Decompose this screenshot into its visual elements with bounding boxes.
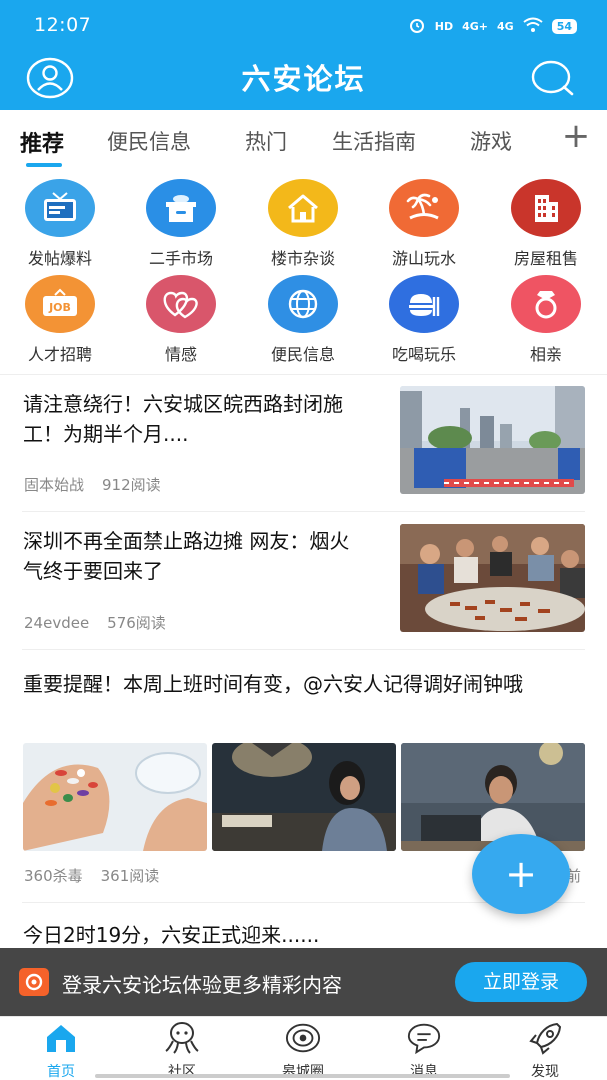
globe-icon [268,275,338,333]
article-divider [22,649,585,650]
category-label: 情感 [164,345,197,364]
login-banner: 登录六安论坛体验更多精彩内容 立即登录 [0,948,607,1016]
category-label: 楼市杂谈 [270,249,335,268]
pills-image [23,743,207,851]
article-author: 24evdee [24,614,90,632]
palm-tree-icon [389,179,459,237]
category-label: 房屋租售 [513,249,578,268]
network-badge: 4G [497,19,514,33]
article-meta: 360杀毒 361阅读 [24,865,159,886]
category-emotion[interactable]: 情感 [126,275,236,371]
article-title: 今日2时19分，六安正式迎来...... [23,923,320,947]
nav-community[interactable]: 社区 [137,1021,227,1080]
add-tab-button[interactable]: + [561,118,591,154]
article-author: 固本始战 [24,476,85,494]
nav-messages[interactable]: 消息 [379,1021,469,1080]
rocket-icon [527,1021,563,1055]
app-title: 六安论坛 [241,62,366,96]
tab-games[interactable]: 游戏 [470,126,512,156]
box-icon [146,179,216,237]
food-icon [389,275,459,333]
home-indicator [95,1074,510,1078]
woman-at-desk-image [212,743,396,851]
tv-news-icon [25,179,95,237]
home-icon [43,1021,79,1055]
network-badge: 4G+ [462,19,488,33]
category-grid: 发帖爆料 二手市场 楼市杂谈 游山玩水 房屋租售 JOB 人才招聘 情感 便民信… [0,176,607,372]
section-divider [0,374,607,375]
category-second-hand[interactable]: 二手市场 [126,179,236,275]
category-dating[interactable]: 相亲 [491,275,601,371]
plus-icon: + [561,116,591,156]
category-label: 相亲 [529,345,562,364]
article-title: 深圳不再全面禁止路边摊 网友：烟火气终于要回来了 [23,529,350,583]
tab-hot[interactable]: 热门 [245,126,287,156]
nav-gaocheng-circle[interactable]: 皋城圈 [258,1021,348,1080]
house-icon [268,179,338,237]
nav-discover[interactable]: 发现 [500,1021,590,1080]
category-tabs: 推荐 便民信息 热门 生活指南 游戏 [0,110,607,168]
battery-indicator: 54 [551,18,577,34]
article-title: 请注意绕行！六安城区皖西路封闭施工！为期半个月.... [23,392,343,446]
category-label: 便民信息 [270,345,335,364]
category-housing-rental[interactable]: 房屋租售 [491,179,601,275]
nav-label: 发现 [531,1064,559,1080]
octopus-icon [164,1021,200,1055]
login-banner-text: 登录六安论坛体验更多精彩内容 [62,973,342,997]
category-convenience[interactable]: 便民信息 [248,275,358,371]
category-travel[interactable]: 游山玩水 [369,179,479,275]
article-meta: 24evdee 576阅读 [24,612,166,633]
category-jobs[interactable]: JOB 人才招聘 [5,275,115,371]
building-icon [511,179,581,237]
tab-recommend[interactable]: 推荐 [20,126,64,158]
bottom-nav: 首页 社区 皋城圈 消息 发现 [0,1016,607,1080]
network-badge: HD [434,19,454,33]
plus-icon: + [505,852,537,896]
wifi-icon [523,17,543,36]
svg-text:JOB: JOB [48,301,71,314]
planet-icon [285,1021,321,1055]
job-icon: JOB [25,275,95,333]
status-icons: HD 4G+ 4G 54 [408,15,577,37]
category-label: 人才招聘 [27,345,92,364]
create-post-button[interactable]: + [472,834,570,914]
alarm-icon [408,16,426,37]
status-time: 12:07 [34,14,92,36]
article-author: 360杀毒 [24,867,83,885]
street-barbecue-image [400,524,585,632]
article-reads: 912阅读 [102,476,161,494]
chat-icon [406,1021,442,1055]
category-label: 发帖爆料 [27,249,92,268]
article-reads: 361阅读 [100,867,160,885]
nav-label: 首页 [47,1064,75,1080]
ring-icon [511,275,581,333]
search-button[interactable] [529,56,577,100]
category-property-talk[interactable]: 楼市杂谈 [248,179,358,275]
category-label: 二手市场 [148,249,213,268]
category-report[interactable]: 发帖爆料 [5,179,115,275]
app-header: 12:07 HD 4G+ 4G 54 六安论坛 [0,0,607,110]
category-food-fun[interactable]: 吃喝玩乐 [369,275,479,371]
article-divider [22,511,585,512]
category-label: 吃喝玩乐 [391,345,456,364]
tab-life-guide[interactable]: 生活指南 [332,126,416,156]
search-icon [531,60,574,96]
nav-home[interactable]: 首页 [16,1021,106,1080]
man-at-laptop-image [401,743,585,851]
street-construction-image [400,386,585,494]
article-meta: 固本始战 912阅读 [24,474,161,495]
active-tab-indicator [26,163,62,167]
app-logo-icon [19,968,49,996]
login-button[interactable]: 立即登录 [455,962,587,1002]
hearts-icon [146,275,216,333]
article-title: 重要提醒！本周上班时间有变，@六安人记得调好闹钟哦 [23,672,523,696]
status-bar: 12:07 HD 4G+ 4G 54 [0,0,607,52]
tab-convenience-info[interactable]: 便民信息 [107,126,191,156]
article-reads: 576阅读 [107,614,166,632]
category-label: 游山玩水 [391,249,456,268]
